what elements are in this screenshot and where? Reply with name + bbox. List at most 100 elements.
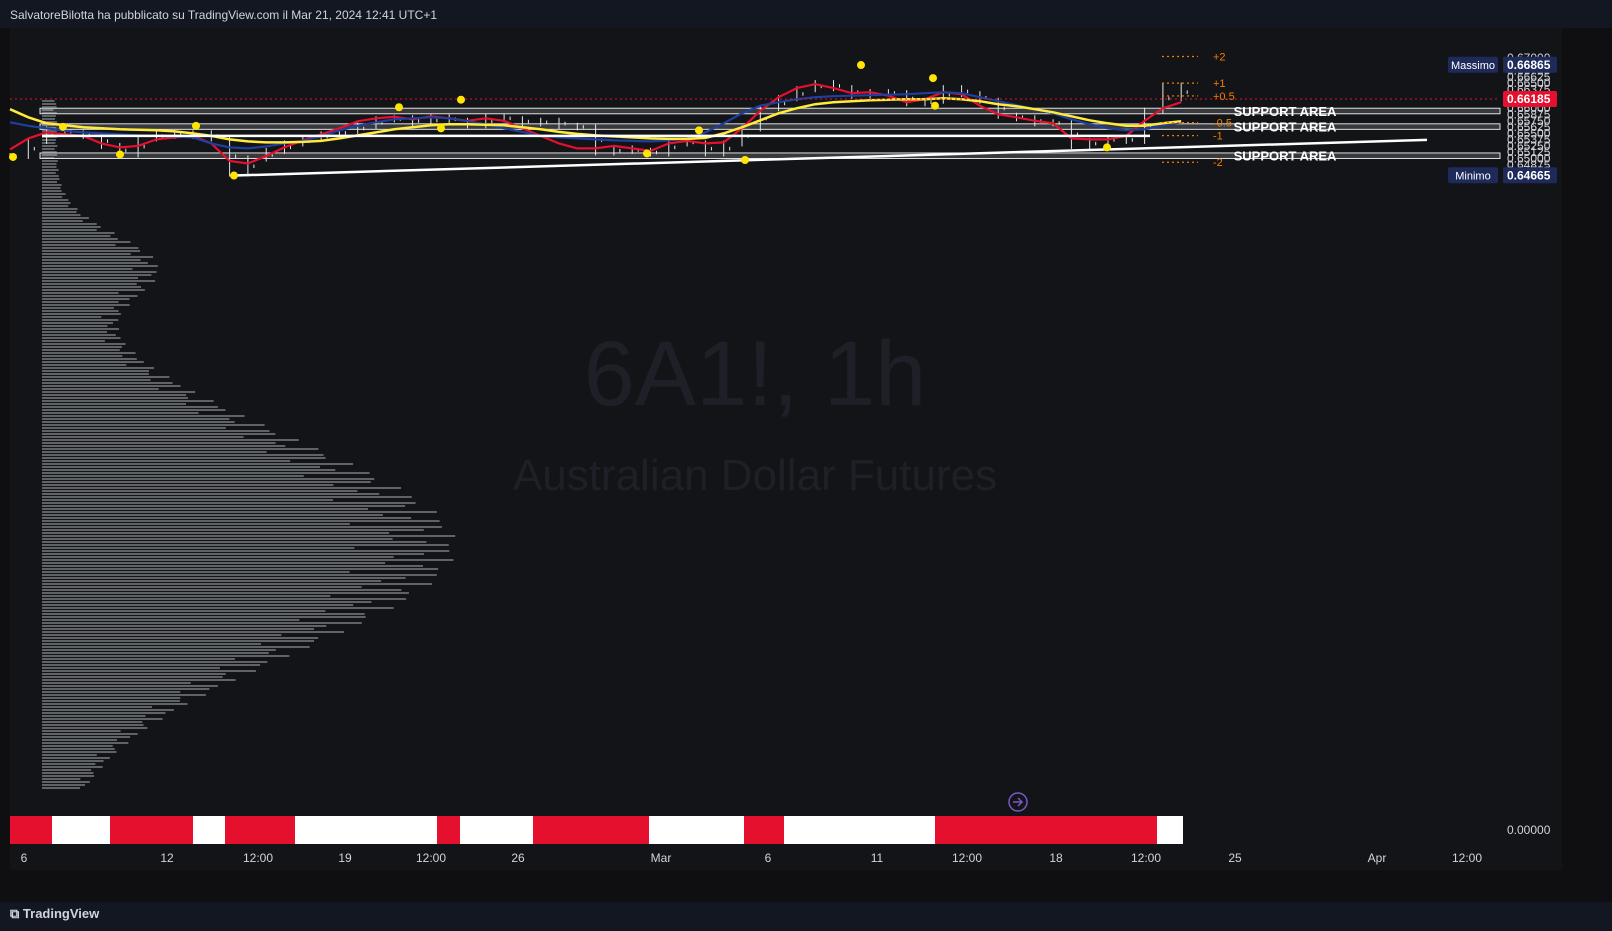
volume-profile-bar bbox=[42, 373, 149, 375]
volume-block bbox=[225, 816, 295, 844]
volume-profile-bar bbox=[42, 142, 56, 144]
volume-profile-bar bbox=[42, 301, 119, 303]
volume-profile-bar bbox=[42, 454, 324, 456]
volume-profile-bar bbox=[42, 220, 83, 222]
volume-profile-bar bbox=[42, 538, 393, 540]
volume-profile-bar bbox=[42, 349, 120, 351]
volume-profile-bar bbox=[42, 448, 319, 450]
volume-profile-bar bbox=[42, 679, 236, 681]
volume-profile-bar bbox=[42, 718, 163, 720]
volume-profile-bar bbox=[42, 577, 406, 579]
volume-profile-bar bbox=[42, 238, 118, 240]
volume-profile-bar bbox=[42, 481, 371, 483]
volume-profile-bar bbox=[42, 346, 122, 348]
volume-profile-bar bbox=[42, 319, 119, 321]
volume-profile-bar bbox=[42, 385, 181, 387]
volume-profile-bar bbox=[42, 769, 92, 771]
volume-block bbox=[1157, 816, 1183, 844]
volume-profile-bar bbox=[42, 511, 437, 513]
volume-profile-bar bbox=[42, 259, 141, 261]
volume-profile-bar bbox=[42, 598, 407, 600]
volume-profile-bar bbox=[42, 667, 220, 669]
volume-profile-bar bbox=[42, 535, 456, 537]
volume-profile-bar bbox=[42, 217, 89, 219]
time-tick-label: 25 bbox=[1228, 851, 1242, 865]
volume-profile-bar bbox=[42, 709, 174, 711]
volume-profile-bar bbox=[42, 376, 170, 378]
volume-profile-bar bbox=[42, 439, 299, 441]
volume-profile-bar bbox=[42, 649, 276, 651]
volume-profile-bar bbox=[42, 208, 78, 210]
volume-profile-bar bbox=[42, 499, 333, 501]
volume-profile-bar bbox=[42, 775, 95, 777]
volume-profile-bar bbox=[42, 658, 235, 660]
volume-profile-bar bbox=[42, 397, 188, 399]
volume-profile-bar bbox=[42, 175, 59, 177]
price-chart[interactable]: 6A1!, 1h Australian Dollar Futures SUPPO… bbox=[0, 0, 1612, 931]
high-price-tag-value: 0.66865 bbox=[1507, 58, 1551, 72]
volume-profile-bar bbox=[42, 241, 131, 243]
time-tick-label: 26 bbox=[511, 851, 525, 865]
volume-profile-bar bbox=[42, 706, 152, 708]
volume-profile-bar bbox=[42, 367, 155, 369]
volume-profile-bar bbox=[42, 313, 121, 315]
volume-profile-bar bbox=[42, 457, 326, 459]
volume-profile-bar bbox=[42, 358, 137, 360]
volume-profile-bar bbox=[42, 631, 344, 633]
volume-profile-bar bbox=[42, 763, 96, 765]
volume-profile-bar bbox=[42, 400, 214, 402]
volume-profile-bar bbox=[42, 514, 383, 516]
volume-profile-bar bbox=[42, 289, 145, 291]
volume-profile-bar bbox=[42, 325, 108, 327]
volume-block bbox=[10, 816, 52, 844]
volume-profile-bar bbox=[42, 310, 119, 312]
volume-profile-bar bbox=[42, 271, 157, 273]
volume-profile-bar bbox=[42, 676, 223, 678]
volume-profile-bar bbox=[42, 361, 144, 363]
volume-profile-bar bbox=[42, 409, 226, 411]
volume-profile-bar bbox=[42, 298, 130, 300]
volume-profile-bar bbox=[42, 757, 110, 759]
volume-profile-bar bbox=[42, 292, 119, 294]
volume-profile-bar bbox=[42, 268, 133, 270]
volume-profile-bar bbox=[42, 382, 173, 384]
volume-profile-bar bbox=[42, 205, 69, 207]
volume-profile-bar bbox=[42, 364, 127, 366]
volume-profile-bar bbox=[42, 166, 57, 168]
volume-profile-bar bbox=[42, 442, 276, 444]
projection-level-label: -2 bbox=[1213, 157, 1223, 169]
time-tick-label: 12:00 bbox=[1131, 851, 1161, 865]
volume-profile-bar bbox=[42, 739, 117, 741]
volume-profile-bar bbox=[42, 169, 59, 171]
volume-profile-bar bbox=[42, 391, 196, 393]
volume-block bbox=[437, 816, 460, 844]
volume-profile-bar bbox=[42, 331, 107, 333]
swing-marker bbox=[695, 126, 703, 135]
volume-profile-bar bbox=[42, 490, 358, 492]
volume-profile-bar bbox=[42, 472, 370, 474]
volume-profile-bar bbox=[42, 394, 187, 396]
swing-marker bbox=[1103, 143, 1111, 152]
volume-profile-bar bbox=[42, 451, 267, 453]
volume-profile-bar bbox=[42, 496, 412, 498]
volume-profile-bar bbox=[42, 466, 320, 468]
swing-marker bbox=[741, 155, 749, 164]
time-tick-label: Mar bbox=[651, 851, 672, 865]
volume-profile-bar bbox=[42, 370, 149, 372]
projection-level-label: +1 bbox=[1213, 78, 1226, 90]
volume-profile-bar bbox=[42, 670, 256, 672]
volume-profile-bar bbox=[42, 202, 71, 204]
volume-block bbox=[193, 816, 225, 844]
volume-profile-bar bbox=[42, 418, 230, 420]
volume-profile-bar bbox=[42, 352, 136, 354]
swing-marker bbox=[9, 152, 17, 161]
volume-profile-bar bbox=[42, 148, 55, 150]
volume-profile-bar bbox=[42, 421, 235, 423]
volume-profile-bar bbox=[42, 661, 268, 663]
volume-profile-bar bbox=[42, 628, 314, 630]
volume-profile-bar bbox=[42, 613, 365, 615]
volume-profile-bar bbox=[42, 412, 199, 414]
swing-marker bbox=[857, 61, 865, 70]
volume-profile-bar bbox=[42, 541, 427, 543]
volume-profile-bar bbox=[42, 445, 286, 447]
